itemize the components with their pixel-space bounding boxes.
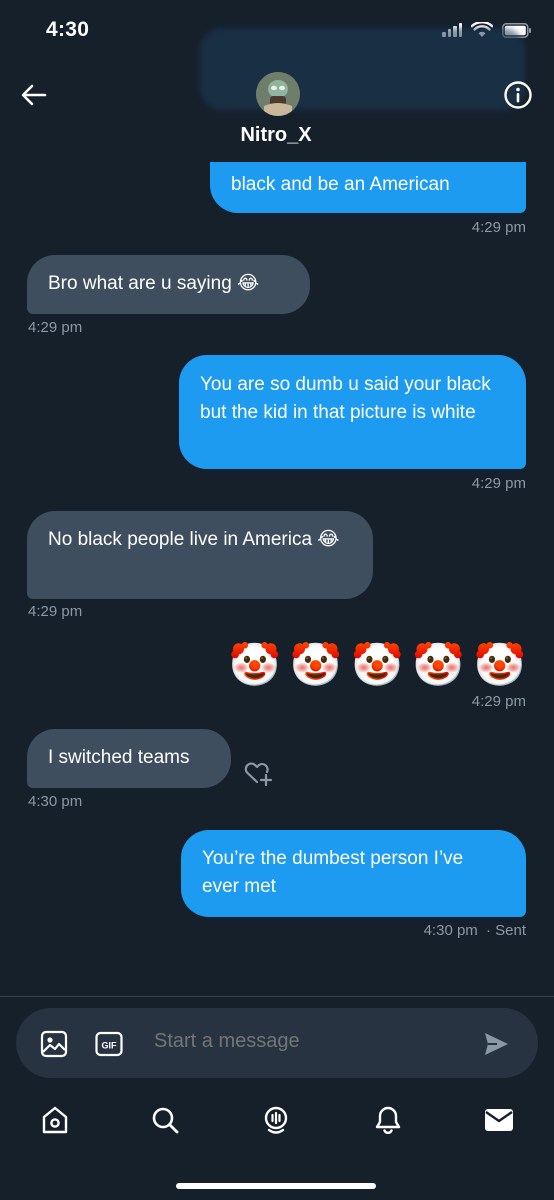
image-icon [40, 1030, 68, 1058]
add-gif-button[interactable]: GIF [95, 1030, 123, 1058]
message-text: Bro what are u saying 😂 [48, 273, 260, 294]
tab-messages[interactable] [479, 1100, 519, 1140]
message-bubble-received[interactable]: Bro what are u saying 😂 [27, 255, 310, 314]
message-text: I switched teams [48, 747, 190, 768]
message-timestamp: 4:29 pm [28, 603, 83, 620]
gif-icon: GIF [95, 1031, 123, 1057]
message-bubble-received[interactable]: No black people live in America 😂 [27, 511, 373, 599]
avatar[interactable] [256, 72, 300, 116]
bell-icon [375, 1106, 401, 1134]
clown-emoji: 🤡 [289, 641, 343, 688]
home-icon [42, 1106, 68, 1134]
message-bubble-sent[interactable]: You are so dumb u said your black but th… [179, 355, 526, 469]
add-reaction-button[interactable] [242, 758, 276, 788]
message-meta: 4:30 pm · Sent [424, 922, 526, 939]
envelope-icon [485, 1109, 513, 1131]
send-button[interactable] [482, 1030, 510, 1058]
message-timestamp: 4:29 pm [28, 319, 83, 336]
heart-plus-icon [244, 762, 273, 787]
message-timestamp: 4:29 pm [471, 693, 526, 710]
dm-conversation-screen: 4:30 Nitro_X black and be an American 4:… [0, 0, 554, 1200]
clown-emoji: 🤡 [412, 641, 465, 688]
username-text: Nitro_X [240, 124, 312, 146]
tab-notifications[interactable] [368, 1100, 408, 1140]
info-icon [504, 81, 532, 109]
clown-emoji: 🤡 [473, 641, 526, 688]
blurred-previous-message [200, 28, 525, 110]
emoji-message[interactable]: 🤡 🤡 🤡 🤡 🤡 [229, 640, 526, 690]
search-icon [152, 1107, 179, 1134]
gif-label: GIF [102, 1041, 118, 1051]
message-bubble-sent[interactable]: black and be an American [210, 162, 526, 213]
message-bubble-received[interactable]: I switched teams [27, 729, 231, 788]
spaces-icon [264, 1106, 288, 1134]
clown-emoji: 🤡 [351, 641, 404, 688]
message-bubble-sent[interactable]: You’re the dumbest person I’ve ever met [181, 830, 526, 917]
back-button[interactable] [14, 75, 54, 115]
send-icon [485, 1033, 508, 1055]
message-status: · Sent [485, 922, 526, 939]
conversation-info-button[interactable] [498, 75, 538, 115]
clown-emoji: 🤡 [228, 641, 281, 688]
conversation-username[interactable]: Nitro_X [0, 124, 554, 147]
message-timestamp: 4:30 pm [28, 793, 83, 810]
composer-divider [0, 996, 554, 997]
message-composer: GIF [16, 1008, 538, 1078]
message-timestamp: 4:29 pm [471, 219, 526, 236]
add-photo-button[interactable] [40, 1030, 68, 1058]
message-input[interactable] [154, 1030, 454, 1053]
message-timestamp: 4:30 pm [423, 922, 478, 939]
tab-search[interactable] [145, 1100, 185, 1140]
arrow-left-icon [21, 84, 47, 106]
message-text: You’re the dumbest person I’ve ever met [202, 848, 464, 897]
status-time: 4:30 [46, 18, 90, 41]
home-indicator [176, 1183, 376, 1189]
tab-home[interactable] [35, 1100, 75, 1140]
message-text: black and be an American [231, 174, 450, 195]
message-text: No black people live in America 😂 [48, 529, 340, 550]
tab-spaces[interactable] [256, 1100, 296, 1140]
message-text: You are so dumb u said your black but th… [200, 374, 491, 423]
message-timestamp: 4:29 pm [471, 475, 526, 492]
